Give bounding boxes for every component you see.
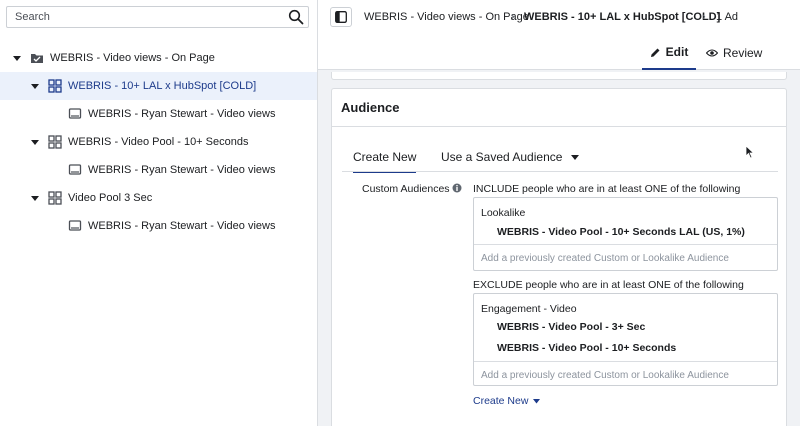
- tab-edit-label: Edit: [665, 45, 689, 59]
- ad-label: WEBRIS - Ryan Stewart - Video views: [88, 164, 276, 176]
- tree-ad-1[interactable]: WEBRIS - Ryan Stewart - Video views: [0, 100, 317, 128]
- create-new-label: Create New: [473, 395, 529, 407]
- adset-grid-icon: [48, 135, 62, 149]
- include-rule-title: INCLUDE people who are in at least ONE o…: [473, 183, 741, 195]
- breadcrumb: WEBRIS - Video views - On Page › WEBRIS …: [318, 0, 800, 36]
- campaign-tree: WEBRIS - Video views - On Page WEBRIS - …: [0, 44, 317, 240]
- caret-down-icon: [570, 154, 579, 160]
- tab-review-label: Review: [723, 46, 763, 60]
- ad-label: WEBRIS - Ryan Stewart - Video views: [88, 108, 276, 120]
- chevron-right-icon: ›: [511, 11, 515, 23]
- custom-audiences-label: Custom Audiences: [362, 183, 450, 195]
- panel-toggle-button[interactable]: [330, 7, 352, 27]
- divider: [332, 126, 786, 127]
- sidebar-toggle-icon: [335, 11, 347, 23]
- divider: [342, 171, 778, 172]
- info-icon[interactable]: [452, 183, 462, 193]
- mouse-cursor-icon: [745, 145, 755, 159]
- chevron-right-icon: ›: [702, 11, 706, 23]
- exclude-audience-box: Engagement - Video WEBRIS - Video Pool -…: [473, 293, 778, 386]
- section-title: Audience: [341, 100, 400, 115]
- ad-monitor-icon: [68, 220, 82, 231]
- include-audience-input[interactable]: [481, 251, 771, 265]
- breadcrumb-campaign[interactable]: WEBRIS - Video views - On Page: [364, 11, 529, 23]
- tree-adset-1[interactable]: WEBRIS - 10+ LAL x HubSpot [COLD]: [0, 72, 317, 100]
- tab-create-new[interactable]: Create New: [353, 150, 417, 173]
- divider: [474, 361, 777, 362]
- exclude-audience-item[interactable]: WEBRIS - Video Pool - 10+ Seconds: [497, 342, 676, 354]
- search-box: [6, 6, 309, 28]
- include-audience-box: Lookalike WEBRIS - Video Pool - 10+ Seco…: [473, 197, 778, 271]
- include-group-label: Lookalike: [481, 207, 526, 219]
- caret-down-icon[interactable]: [12, 53, 22, 63]
- caret-down-icon: [533, 398, 541, 404]
- breadcrumb-ad[interactable]: 1 Ad: [716, 11, 738, 23]
- tree-adset-2[interactable]: WEBRIS - Video Pool - 10+ Seconds: [0, 128, 317, 156]
- caret-down-icon[interactable]: [30, 81, 40, 91]
- tree-campaign[interactable]: WEBRIS - Video views - On Page: [0, 44, 317, 72]
- ad-monitor-icon: [68, 108, 82, 119]
- ad-monitor-icon: [68, 164, 82, 175]
- adset-label: WEBRIS - Video Pool - 10+ Seconds: [68, 136, 249, 148]
- eye-icon: [706, 49, 718, 57]
- tree-ad-2[interactable]: WEBRIS - Ryan Stewart - Video views: [0, 156, 317, 184]
- tree-adset-3[interactable]: Video Pool 3 Sec: [0, 184, 317, 212]
- pencil-icon: [650, 48, 660, 57]
- create-new-link[interactable]: Create New: [473, 395, 541, 407]
- adset-label: WEBRIS - 10+ LAL x HubSpot [COLD]: [68, 80, 257, 92]
- exclude-group-label: Engagement - Video: [481, 303, 577, 315]
- search-input[interactable]: [7, 7, 277, 27]
- caret-down-icon[interactable]: [30, 193, 40, 203]
- tab-edit[interactable]: Edit: [642, 36, 696, 70]
- tree-ad-3[interactable]: WEBRIS - Ryan Stewart - Video views: [0, 212, 317, 240]
- search-icon[interactable]: [288, 9, 304, 25]
- tab-review[interactable]: Review: [706, 36, 762, 70]
- exclude-audience-input[interactable]: [481, 368, 771, 382]
- saved-audience-label: Use a Saved Audience: [441, 150, 563, 164]
- previous-section-bottom: [331, 72, 787, 80]
- ad-label: WEBRIS - Ryan Stewart - Video views: [88, 220, 276, 232]
- breadcrumb-adset[interactable]: WEBRIS - 10+ LAL x HubSpot [COLD]: [524, 11, 720, 23]
- campaign-label: WEBRIS - Video views - On Page: [50, 52, 215, 64]
- adset-label: Video Pool 3 Sec: [68, 192, 153, 204]
- exclude-rule-title: EXCLUDE people who are in at least ONE o…: [473, 279, 744, 291]
- adset-grid-icon: [48, 191, 62, 205]
- adset-grid-icon: [48, 79, 62, 93]
- divider: [474, 244, 777, 245]
- campaign-folder-icon: [31, 54, 43, 63]
- exclude-audience-item[interactable]: WEBRIS - Video Pool - 3+ Sec: [497, 321, 645, 333]
- include-audience-item[interactable]: WEBRIS - Video Pool - 10+ Seconds LAL (U…: [497, 226, 745, 238]
- edit-review-tabs: Edit Review: [318, 36, 800, 70]
- left-panel: WEBRIS - Video views - On Page WEBRIS - …: [0, 0, 318, 426]
- caret-down-icon[interactable]: [30, 137, 40, 147]
- tab-saved-audience[interactable]: Use a Saved Audience: [441, 150, 579, 164]
